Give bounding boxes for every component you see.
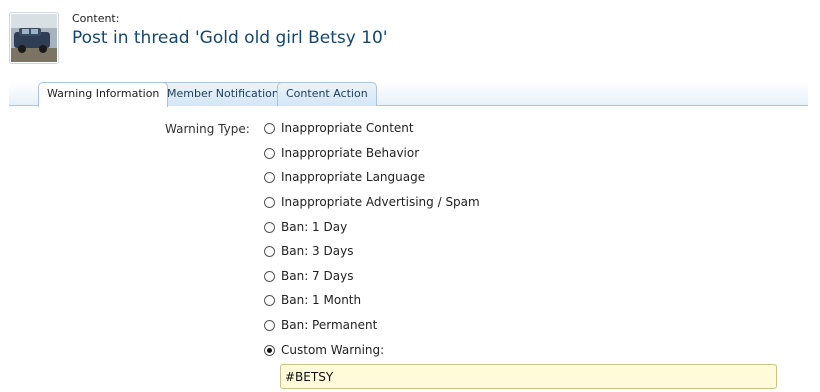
option-label: Inappropriate Content	[281, 121, 414, 135]
radio-button[interactable]	[264, 221, 275, 233]
radio-button[interactable]	[264, 245, 275, 257]
car-photo-icon	[11, 14, 57, 62]
warning-option-ban-permanent[interactable]: Ban: Permanent	[264, 317, 377, 333]
tab-warning-information[interactable]: Warning Information	[38, 82, 169, 107]
tab-content-action[interactable]: Content Action	[277, 82, 377, 106]
content-thumbnail[interactable]	[9, 12, 59, 64]
content-title[interactable]: Post in thread 'Gold old girl Betsy 10'	[72, 28, 388, 48]
warning-option-ban-1-month[interactable]: Ban: 1 Month	[264, 292, 361, 308]
custom-warning-input[interactable]	[280, 364, 777, 389]
option-label: Ban: Permanent	[281, 318, 378, 332]
radio-button[interactable]	[264, 147, 275, 159]
radio-button[interactable]	[264, 270, 275, 282]
warning-option-inappropriate-behavior[interactable]: Inappropriate Behavior	[264, 145, 419, 161]
radio-button-selected[interactable]	[264, 344, 275, 356]
warning-option-ban-3-days[interactable]: Ban: 3 Days	[264, 243, 353, 259]
warning-option-ban-1-day[interactable]: Ban: 1 Day	[264, 219, 347, 235]
radio-button[interactable]	[264, 294, 275, 306]
tab-member-notification[interactable]: Member Notification	[158, 82, 288, 106]
radio-button[interactable]	[264, 171, 275, 183]
warning-option-custom-warning[interactable]: Custom Warning:	[264, 342, 384, 358]
radio-button[interactable]	[264, 196, 275, 208]
option-label: Inappropriate Advertising / Spam	[281, 195, 480, 209]
option-label: Inappropriate Language	[281, 170, 426, 184]
content-label: Content:	[72, 12, 120, 25]
option-label: Custom Warning:	[281, 343, 385, 357]
radio-button[interactable]	[264, 319, 275, 331]
option-label: Inappropriate Behavior	[281, 146, 420, 160]
option-label: Ban: 7 Days	[281, 269, 354, 283]
option-label: Ban: 1 Month	[281, 293, 362, 307]
warning-type-label: Warning Type:	[165, 122, 250, 136]
warning-option-inappropriate-language[interactable]: Inappropriate Language	[264, 169, 425, 185]
warning-option-inappropriate-content[interactable]: Inappropriate Content	[264, 120, 414, 136]
option-label: Ban: 1 Day	[281, 220, 348, 234]
warning-option-advertising-spam[interactable]: Inappropriate Advertising / Spam	[264, 194, 480, 210]
radio-button[interactable]	[264, 122, 275, 134]
warning-option-ban-7-days[interactable]: Ban: 7 Days	[264, 268, 353, 284]
option-label: Ban: 3 Days	[281, 244, 354, 258]
